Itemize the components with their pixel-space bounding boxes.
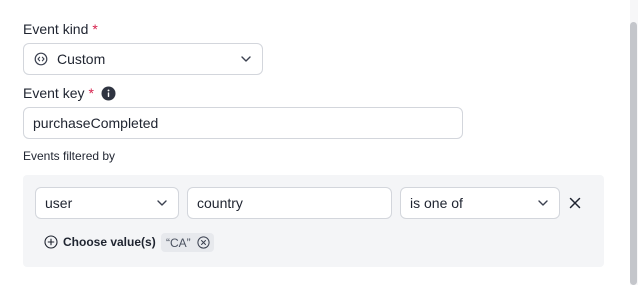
choose-values-label: Choose value(s) [63,235,156,249]
value-chip-label: “CA” [166,235,191,250]
operator-value: is one of [410,195,463,211]
code-circle-icon [34,52,48,66]
close-icon [567,195,583,211]
value-chip: “CA” [161,233,214,252]
choose-values-button[interactable]: Choose value(s) [44,235,156,249]
event-key-input[interactable]: purchaseCompleted [23,107,463,139]
event-key-label-text: Event key [23,85,85,101]
event-key-input-value: purchaseCompleted [33,115,159,131]
info-icon[interactable] [101,86,116,101]
chevron-down-icon [155,196,169,210]
chevron-down-icon [239,52,253,66]
event-kind-selected-value: Custom [57,51,106,67]
event-key-label: Event key * [23,85,116,101]
required-mark: * [88,85,94,101]
remove-filter-button[interactable] [567,195,583,211]
remove-value-icon[interactable] [197,236,210,249]
required-mark: * [92,21,98,37]
filters-section-label: Events filtered by [23,149,116,163]
plus-circle-icon [44,235,58,249]
context-kind-value: user [45,195,73,211]
event-kind-label: Event kind * [23,21,98,37]
scrollbar-thumb[interactable] [630,22,637,285]
attribute-input[interactable]: country [187,187,392,219]
event-kind-label-text: Event kind [23,21,89,37]
operator-select[interactable]: is one of [400,187,560,219]
attribute-value: country [197,195,243,211]
chevron-down-icon [536,196,550,210]
context-kind-select[interactable]: user [35,187,179,219]
event-kind-select[interactable]: Custom [23,43,263,75]
